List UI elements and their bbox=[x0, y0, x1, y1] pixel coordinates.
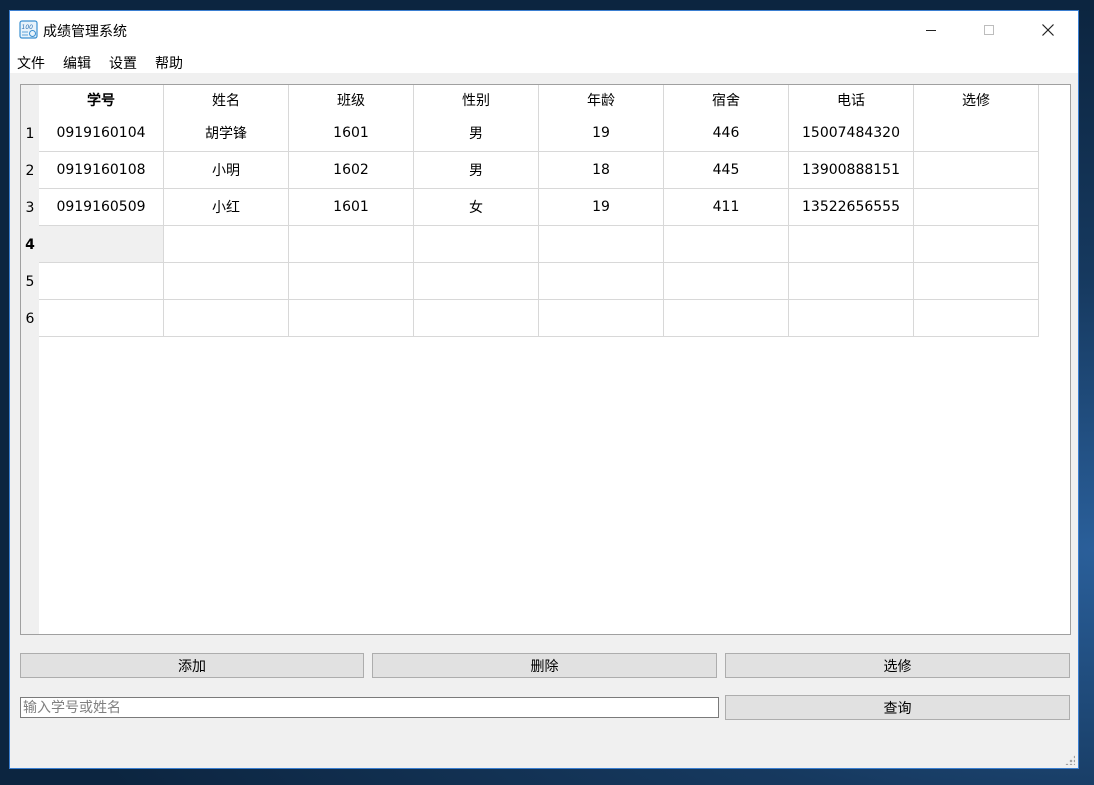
table-cell[interactable] bbox=[164, 300, 289, 337]
table-cell[interactable]: 0919160509 bbox=[39, 189, 164, 226]
app-window: 100 成绩管理系统 文件 编辑 设置 帮助 学号 姓名 班级 性别 年龄 宿舍 电话 选修 1… bbox=[9, 10, 1079, 769]
menu-bar: 文件 编辑 设置 帮助 bbox=[10, 49, 1078, 73]
close-icon bbox=[1042, 24, 1054, 36]
table-cell[interactable] bbox=[539, 226, 664, 263]
table-cell[interactable] bbox=[39, 300, 164, 337]
title-bar[interactable]: 100 成绩管理系统 bbox=[10, 11, 1078, 49]
minimize-button[interactable] bbox=[908, 11, 954, 49]
table-cell[interactable]: 女 bbox=[414, 189, 539, 226]
table-cell[interactable] bbox=[539, 300, 664, 337]
column-header[interactable]: 宿舍 bbox=[664, 85, 789, 115]
table-cell[interactable] bbox=[789, 263, 914, 300]
table-cell[interactable] bbox=[414, 300, 539, 337]
table-cell[interactable] bbox=[914, 263, 1039, 300]
table-cell[interactable] bbox=[414, 263, 539, 300]
table-cell[interactable]: 男 bbox=[414, 115, 539, 152]
row-header[interactable]: 1 bbox=[21, 115, 39, 152]
column-header[interactable]: 电话 bbox=[789, 85, 914, 115]
report-card-icon: 100 bbox=[19, 20, 38, 39]
table-cell[interactable]: 1601 bbox=[289, 189, 414, 226]
table-cell[interactable] bbox=[914, 300, 1039, 337]
column-header[interactable]: 班级 bbox=[289, 85, 414, 115]
row-header[interactable]: 4 bbox=[21, 226, 39, 263]
student-table[interactable]: 学号 姓名 班级 性别 年龄 宿舍 电话 选修 1 0919160104 胡学锋 1601 男 19 446… bbox=[20, 84, 1071, 635]
menu-file[interactable]: 文件 bbox=[17, 53, 45, 73]
column-header[interactable]: 姓名 bbox=[164, 85, 289, 115]
table-cell[interactable] bbox=[289, 263, 414, 300]
column-header[interactable]: 年龄 bbox=[539, 85, 664, 115]
maximize-icon bbox=[984, 25, 994, 35]
table-cell[interactable]: 0919160108 bbox=[39, 152, 164, 189]
minimize-icon bbox=[926, 29, 936, 31]
table-cell[interactable] bbox=[664, 226, 789, 263]
table-cell[interactable]: 小红 bbox=[164, 189, 289, 226]
table-cell[interactable]: 18 bbox=[539, 152, 664, 189]
table-cell[interactable] bbox=[39, 226, 164, 263]
table-cell[interactable] bbox=[664, 300, 789, 337]
table-cell[interactable]: 1602 bbox=[289, 152, 414, 189]
table-cell[interactable]: 1601 bbox=[289, 115, 414, 152]
svg-text:100: 100 bbox=[22, 24, 34, 31]
table-cell[interactable]: 411 bbox=[664, 189, 789, 226]
window-title: 成绩管理系统 bbox=[43, 24, 127, 40]
row-header[interactable]: 6 bbox=[21, 300, 39, 337]
column-header[interactable]: 性别 bbox=[414, 85, 539, 115]
table-cell[interactable]: 13900888151 bbox=[789, 152, 914, 189]
table-cell[interactable] bbox=[789, 300, 914, 337]
table-cell[interactable] bbox=[914, 226, 1039, 263]
table-cell[interactable]: 446 bbox=[664, 115, 789, 152]
table-cell[interactable] bbox=[914, 189, 1039, 226]
table-cell[interactable]: 13522656555 bbox=[789, 189, 914, 226]
table-cell[interactable]: 小明 bbox=[164, 152, 289, 189]
table-cell[interactable] bbox=[914, 152, 1039, 189]
table-cell[interactable] bbox=[539, 263, 664, 300]
table-cell[interactable] bbox=[164, 263, 289, 300]
column-header[interactable]: 学号 bbox=[39, 85, 164, 115]
close-button[interactable] bbox=[1025, 11, 1071, 49]
maximize-button[interactable] bbox=[966, 11, 1012, 49]
elective-button[interactable]: 选修 bbox=[725, 653, 1070, 678]
search-input[interactable] bbox=[20, 697, 719, 718]
add-button[interactable]: 添加 bbox=[20, 653, 364, 678]
column-header[interactable]: 选修 bbox=[914, 85, 1039, 115]
resize-grip-icon[interactable] bbox=[1065, 755, 1075, 765]
table-cell[interactable]: 19 bbox=[539, 115, 664, 152]
table-cell[interactable] bbox=[164, 226, 289, 263]
row-header[interactable]: 2 bbox=[21, 152, 39, 189]
menu-edit[interactable]: 编辑 bbox=[63, 53, 91, 73]
table-cell[interactable] bbox=[39, 263, 164, 300]
table-cell[interactable] bbox=[289, 300, 414, 337]
table-cell[interactable] bbox=[664, 263, 789, 300]
table-cell[interactable]: 19 bbox=[539, 189, 664, 226]
menu-help[interactable]: 帮助 bbox=[155, 53, 183, 73]
table-cell[interactable]: 胡学锋 bbox=[164, 115, 289, 152]
delete-button[interactable]: 删除 bbox=[372, 653, 717, 678]
table-cell[interactable] bbox=[914, 115, 1039, 152]
table-cell[interactable]: 0919160104 bbox=[39, 115, 164, 152]
table-cell[interactable] bbox=[789, 226, 914, 263]
table-cell[interactable]: 445 bbox=[664, 152, 789, 189]
table-cell[interactable] bbox=[414, 226, 539, 263]
menu-settings[interactable]: 设置 bbox=[109, 53, 137, 73]
table-cell[interactable]: 15007484320 bbox=[789, 115, 914, 152]
query-button[interactable]: 查询 bbox=[725, 695, 1070, 720]
table-cell[interactable]: 男 bbox=[414, 152, 539, 189]
row-header[interactable]: 5 bbox=[21, 263, 39, 300]
row-header[interactable]: 3 bbox=[21, 189, 39, 226]
table-cell[interactable] bbox=[289, 226, 414, 263]
